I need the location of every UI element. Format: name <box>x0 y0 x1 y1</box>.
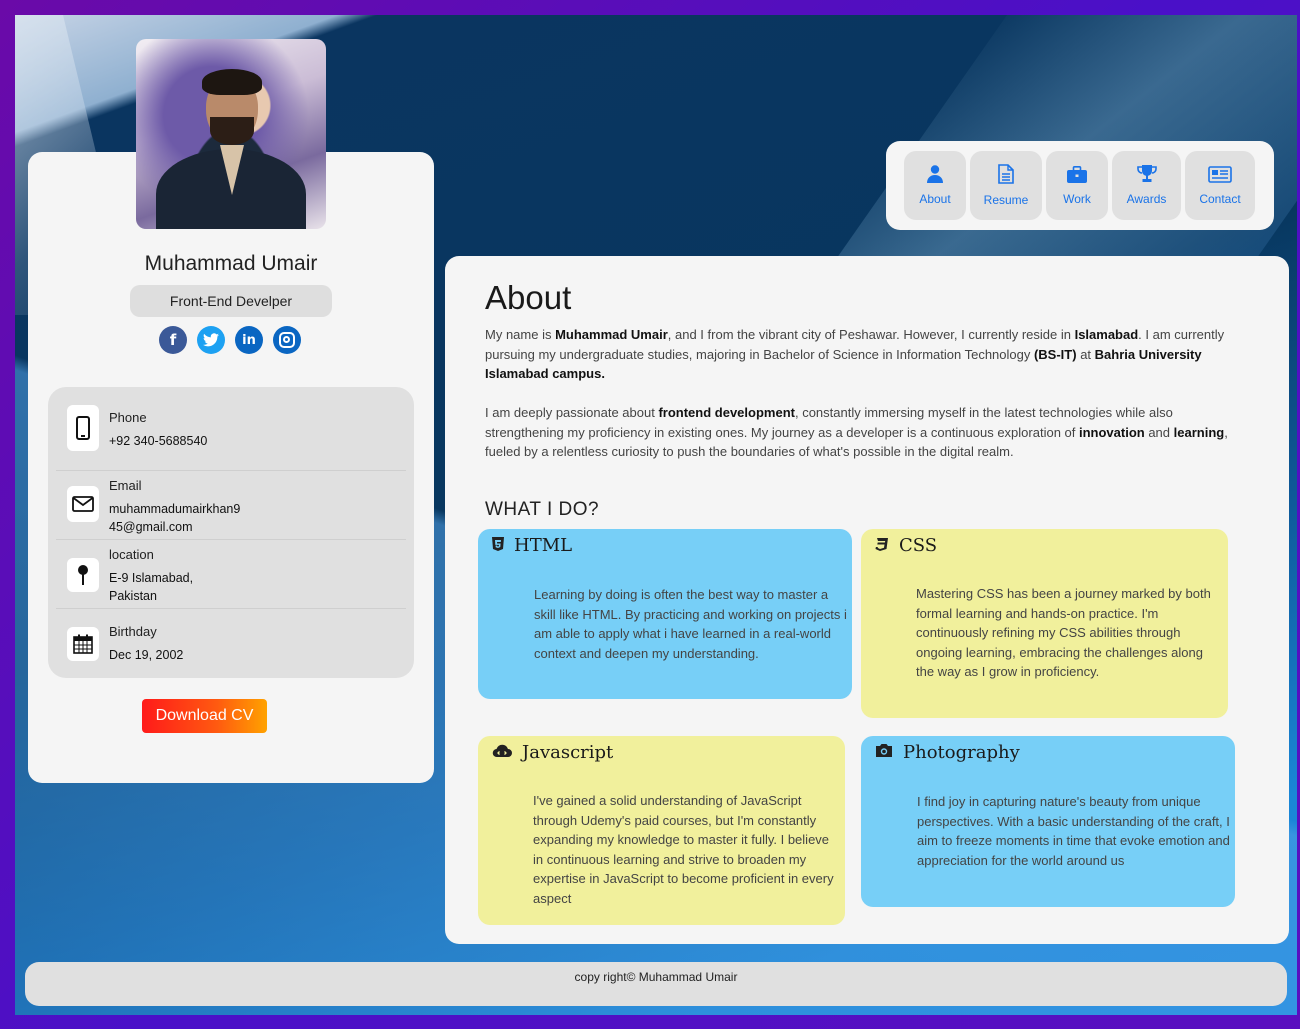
linkedin-icon[interactable]: in <box>235 326 263 354</box>
highlight: Islamabad <box>1074 327 1139 342</box>
section-heading-what-i-do: WHAT I DO? <box>485 499 600 520</box>
contact-row-birthday: Birthday Dec 19, 2002 <box>56 609 406 678</box>
skill-body-html: Learning by doing is often the best way … <box>534 587 847 661</box>
nav-label-awards: Awards <box>1126 192 1167 206</box>
skill-title-html: HTML <box>492 535 572 556</box>
highlight: innovation <box>1079 424 1145 440</box>
social-links: f in <box>159 326 301 354</box>
profile-role-badge: Front-End Develper <box>130 285 332 317</box>
nav-item-work[interactable]: Work <box>1046 151 1108 220</box>
copyright-text: copy right© Muhammad Umair <box>574 970 738 984</box>
skill-body-photography: I find joy in capturing nature's beauty … <box>917 794 1230 868</box>
nav-item-about[interactable]: About <box>904 151 966 220</box>
document-icon <box>998 164 1014 187</box>
trophy-icon <box>1136 165 1157 186</box>
css3-icon <box>875 537 889 555</box>
html5-icon <box>492 536 504 555</box>
calendar-icon <box>67 627 99 661</box>
skill-title-text: Javascript <box>522 742 614 763</box>
text: at <box>1076 346 1095 362</box>
birthday-label: Birthday <box>109 624 157 639</box>
email-label: Email <box>109 478 142 493</box>
user-icon <box>927 165 943 186</box>
location-value: E-9 Islamabad, Pakistan <box>109 571 194 603</box>
skill-card-html: HTML Learning by doing is often the best… <box>478 529 852 699</box>
nav-label-resume: Resume <box>983 193 1029 207</box>
nav-label-contact: Contact <box>1199 191 1241 206</box>
highlight: Muhammad Umair <box>555 327 668 342</box>
phone-label: Phone <box>109 410 147 425</box>
location-label: location <box>109 547 154 562</box>
skill-card-javascript: Javascript I've gained a solid understan… <box>478 736 845 925</box>
camera-icon <box>875 743 893 762</box>
birthday-value: Dec 19, 2002 <box>109 648 184 662</box>
text: , and I from the vibrant city of Peshawa… <box>667 327 1075 342</box>
contact-row-email: Email muhammadumairkhan945@gmail.com <box>56 471 406 540</box>
skill-title-css: CSS <box>875 535 937 556</box>
avatar-beard <box>210 117 254 145</box>
skill-title-javascript: Javascript <box>492 742 613 763</box>
text: My name is <box>485 327 556 342</box>
briefcase-icon <box>1067 165 1087 186</box>
skill-body-javascript: I've gained a solid understanding of Jav… <box>533 793 834 906</box>
contact-row-location: location E-9 Islamabad, Pakistan <box>56 540 406 609</box>
page-title: About <box>485 279 572 316</box>
nav-label-about: About <box>919 192 951 206</box>
instagram-icon[interactable] <box>273 326 301 354</box>
cloud-code-icon <box>492 744 512 762</box>
nav-item-awards[interactable]: Awards <box>1112 151 1181 220</box>
nav-label-work: Work <box>1063 191 1091 206</box>
avatar-hair <box>202 69 262 95</box>
skill-card-css: CSS Mastering CSS has been a journey mar… <box>861 529 1228 718</box>
highlight: frontend development <box>658 405 795 420</box>
contact-info-panel: Phone +92 340-5688540 Email muhammadumai… <box>48 387 414 678</box>
nav-item-contact[interactable]: Contact <box>1185 151 1255 220</box>
nav-item-resume[interactable]: Resume <box>970 151 1042 220</box>
highlight: learning <box>1173 424 1225 440</box>
contact-row-phone: Phone +92 340-5688540 <box>56 387 406 471</box>
skill-title-text: HTML <box>514 535 573 556</box>
about-paragraph-2: I am deeply passionate about frontend de… <box>485 403 1237 462</box>
twitter-icon[interactable] <box>197 326 225 354</box>
profile-name: Muhammad Umair <box>144 252 318 275</box>
phone-value: +92 340-5688540 <box>109 434 208 448</box>
skill-title-text: CSS <box>899 535 938 556</box>
map-pin-icon <box>67 558 99 592</box>
skill-title-text: Photography <box>903 742 1020 763</box>
newspaper-icon <box>1208 165 1232 186</box>
skill-body-css: Mastering CSS has been a journey marked … <box>916 586 1211 680</box>
envelope-icon <box>67 486 99 522</box>
highlight: (BS-IT) <box>1033 346 1077 362</box>
skill-card-photography: Photography I find joy in capturing natu… <box>861 736 1235 907</box>
phone-icon <box>67 405 99 451</box>
top-navigation: About Resume Work Awards Contact <box>886 141 1274 230</box>
facebook-icon[interactable]: f <box>159 326 187 354</box>
download-cv-button[interactable]: Download CV <box>142 699 267 733</box>
about-paragraph-1: My name is Muhammad Umair, and I from th… <box>485 325 1237 384</box>
email-value[interactable]: muhammadumairkhan945@gmail.com <box>109 500 244 536</box>
skill-title-photography: Photography <box>875 742 1020 763</box>
footer: copy right© Muhammad Umair <box>25 962 1287 1006</box>
text: and <box>1144 424 1174 440</box>
avatar <box>136 39 326 229</box>
text: I am deeply passionate about <box>485 405 659 420</box>
